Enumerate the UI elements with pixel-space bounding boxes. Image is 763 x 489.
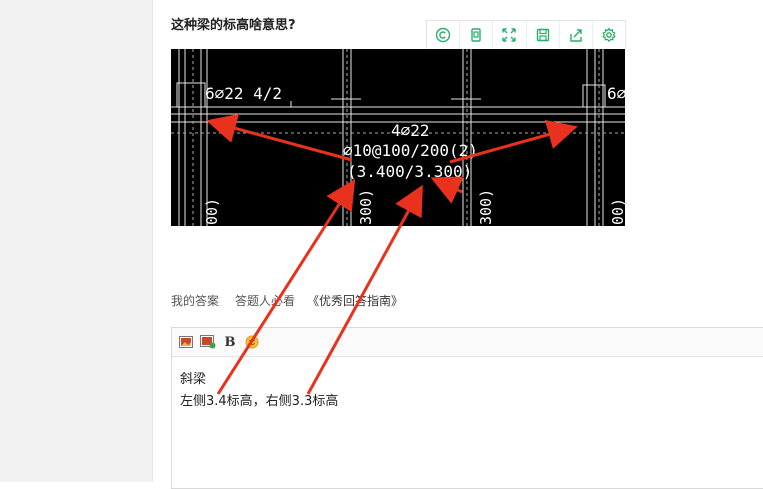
crop-button[interactable] [460, 21, 494, 49]
fullscreen-button[interactable] [493, 21, 527, 49]
save-button[interactable] [527, 21, 560, 49]
beam-mark-left: 6⌀22 4/2 [205, 84, 282, 103]
answer-tabs: 我的答案 答题人必看 《优秀回答指南》 [171, 292, 419, 309]
top-rebar-label: 4⌀22 [391, 121, 430, 140]
share-button[interactable] [560, 21, 593, 49]
guide-link[interactable]: 《优秀回答指南》 [307, 292, 403, 309]
tab-must-read[interactable]: 答题人必看 [235, 292, 295, 309]
fullscreen-icon [502, 28, 517, 42]
image-toolbar [426, 20, 626, 50]
cad-drawing-image[interactable]: 6⌀22 4/2 6⌀ 4⌀22 ⌀10@100/200(2) (3.400/3… [171, 49, 625, 226]
stirrup-label: ⌀10@100/200(2) [343, 141, 478, 160]
editor-toolbar: B [172, 328, 763, 357]
share-icon [570, 29, 582, 42]
answer-line: 左侧3.4标高，右侧3.3标高 [180, 394, 339, 409]
left-rail [0, 0, 153, 482]
settings-button[interactable] [593, 21, 625, 49]
answer-line: 斜梁 [180, 372, 207, 387]
save-icon [536, 28, 549, 42]
answer-editor[interactable]: B 斜梁 左侧3.4标高，右侧3.3标高 [171, 327, 763, 489]
cad-drawing: 6⌀22 4/2 6⌀ 4⌀22 ⌀10@100/200(2) (3.400/3… [171, 49, 625, 226]
column-label: 300) [357, 189, 375, 225]
question-title: 这种梁的标高啥意思? [171, 18, 296, 33]
column-label: 00) [203, 198, 221, 225]
editor-body[interactable]: 斜梁 左侧3.4标高，右侧3.3标高 [172, 357, 763, 425]
insert-image-button[interactable] [178, 334, 194, 350]
emoji-icon [245, 335, 259, 349]
column-label: 300) [477, 189, 495, 225]
picture-icon [200, 335, 216, 349]
elevation-label: (3.400/3.300) [347, 162, 472, 181]
beam-mark-right: 6⌀ [607, 84, 625, 103]
copyright-button[interactable] [427, 21, 461, 49]
settings-icon [602, 27, 616, 43]
image-icon [179, 336, 193, 348]
copyright-icon [435, 27, 451, 43]
tab-my-answer[interactable]: 我的答案 [171, 292, 219, 309]
emoji-button[interactable] [244, 334, 260, 350]
column-label: 00) [609, 198, 625, 225]
crop-icon [471, 28, 481, 42]
insert-picture-button[interactable] [200, 334, 216, 350]
bold-button[interactable]: B [222, 334, 238, 350]
